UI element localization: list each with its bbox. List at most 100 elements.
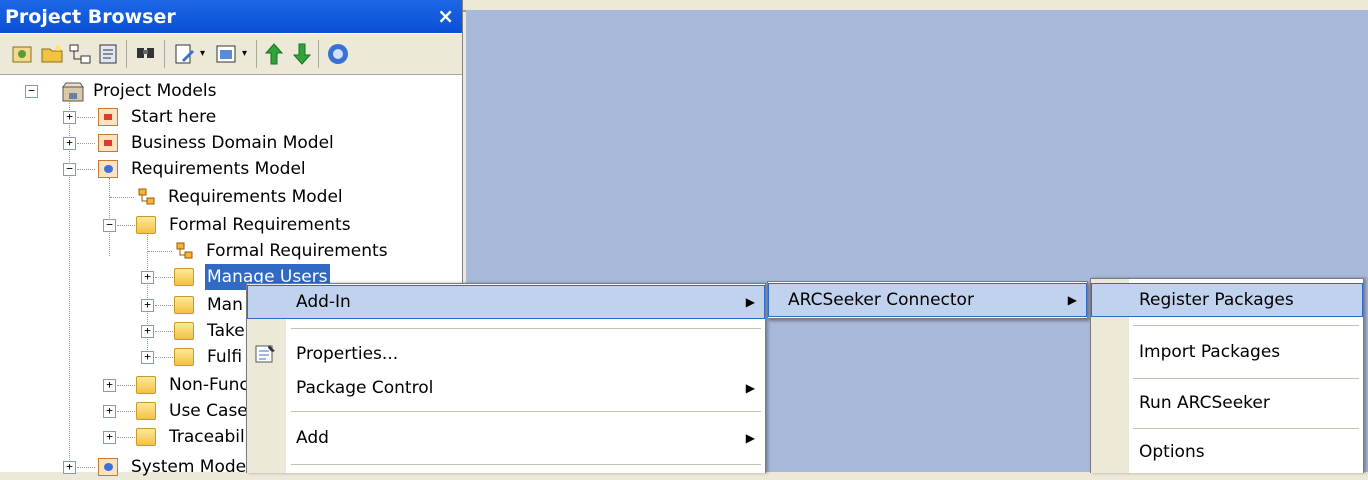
- toolbar: ▾ ▾: [0, 34, 462, 75]
- tree-guide: [77, 467, 95, 468]
- edit-icon[interactable]: [172, 42, 196, 66]
- panel-title: Project Browser: [5, 6, 176, 28]
- expand-icon[interactable]: +: [103, 431, 116, 444]
- menu-separator: [291, 411, 761, 412]
- menu-item-label: Package Control: [296, 378, 434, 398]
- toolbar-separator: [126, 40, 127, 68]
- new-folder-icon[interactable]: [40, 42, 64, 66]
- tree-guide: [77, 169, 95, 170]
- package-blue-icon: [98, 160, 118, 178]
- tree-label: Use Case: [169, 401, 248, 421]
- menu-item-label: ARCSeeker Connector: [788, 290, 974, 310]
- move-down-icon[interactable]: [290, 42, 314, 66]
- menu-item-package-control[interactable]: Package Control ▶: [247, 371, 765, 405]
- tree-item[interactable]: − Formal Requirements: [0, 212, 462, 238]
- collapse-icon[interactable]: −: [103, 219, 116, 232]
- menu-item-label: Add-In: [296, 292, 351, 312]
- collapse-icon[interactable]: −: [63, 163, 76, 176]
- tree-guide: [155, 305, 173, 306]
- menu-item-options[interactable]: Options: [1091, 435, 1363, 469]
- expand-icon[interactable]: +: [141, 325, 154, 338]
- menu-item-label: Run ARCSeeker: [1139, 393, 1270, 413]
- diagram-icon: [138, 188, 155, 205]
- tree-label: Requirements Model: [168, 187, 343, 207]
- toolbar-separator: [318, 40, 319, 68]
- tree-label: Project Models: [93, 81, 217, 101]
- addin-submenu: ARCSeeker Connector ▶: [767, 281, 1088, 319]
- tree-item[interactable]: − Requirements Model: [0, 156, 462, 182]
- tree-item[interactable]: Formal Requirements: [0, 238, 462, 264]
- arcseeker-submenu: Register Packages Import Packages Run AR…: [1090, 278, 1364, 473]
- menu-item-run-arcseeker[interactable]: Run ARCSeeker: [1091, 386, 1363, 420]
- help-icon[interactable]: [326, 42, 350, 66]
- tree-label: Traceabil: [169, 427, 245, 447]
- package-blue-icon: [98, 458, 118, 476]
- expand-icon[interactable]: +: [103, 405, 116, 418]
- tree-label: Formal Requirements: [206, 241, 388, 261]
- submenu-arrow-icon: ▶: [1067, 293, 1077, 307]
- toolbar-separator: [164, 40, 165, 68]
- tree-root[interactable]: − Project Models: [0, 78, 462, 104]
- tree-label: Man: [207, 295, 243, 315]
- menu-separator: [1133, 428, 1359, 429]
- tree-label: Fulfi: [207, 347, 243, 367]
- tree-item[interactable]: + Business Domain Model: [0, 130, 462, 156]
- expand-icon[interactable]: +: [63, 461, 76, 474]
- expand-icon[interactable]: +: [141, 299, 154, 312]
- menu-item-import-packages[interactable]: Import Packages: [1091, 335, 1363, 369]
- tree-guide: [77, 117, 95, 118]
- tree-label: Formal Requirements: [169, 215, 351, 235]
- close-icon[interactable]: ×: [437, 4, 454, 28]
- new-diagram-icon[interactable]: [68, 42, 92, 66]
- view-dropdown-icon[interactable]: ▾: [242, 48, 247, 59]
- menu-item-add-in[interactable]: Add-In ▶: [247, 285, 765, 319]
- menu-item-add[interactable]: Add ▶: [247, 421, 765, 455]
- tree-guide: [117, 437, 135, 438]
- package-red-icon: [98, 108, 118, 126]
- tree-guide: [155, 277, 173, 278]
- tree-guide: [155, 331, 173, 332]
- folder-icon: [136, 428, 156, 446]
- project-models-icon: [62, 82, 84, 102]
- folder-icon: [174, 322, 194, 340]
- tree-label: Take: [207, 321, 245, 341]
- menu-item-register-packages[interactable]: Register Packages: [1091, 283, 1363, 317]
- view-icon[interactable]: [214, 42, 238, 66]
- tree-label: Requirements Model: [131, 159, 306, 179]
- folder-icon: [174, 348, 194, 366]
- menu-separator: [1133, 378, 1359, 379]
- new-package-icon[interactable]: [10, 42, 34, 66]
- tree-guide: [117, 385, 135, 386]
- menu-item-label: Properties...: [296, 344, 399, 364]
- folder-icon: [136, 216, 156, 234]
- properties-icon: [255, 345, 275, 363]
- expand-icon[interactable]: +: [63, 137, 76, 150]
- menu-item-label: Options: [1139, 442, 1205, 462]
- edit-dropdown-icon[interactable]: ▾: [200, 48, 205, 59]
- expand-icon[interactable]: +: [103, 379, 116, 392]
- submenu-arrow-icon: ▶: [745, 295, 755, 309]
- menu-separator: [291, 328, 761, 329]
- new-element-icon[interactable]: [96, 42, 120, 66]
- tree-guide: [110, 197, 134, 198]
- expand-icon[interactable]: +: [63, 111, 76, 124]
- folder-icon: [136, 402, 156, 420]
- move-up-icon[interactable]: [262, 42, 286, 66]
- submenu-arrow-icon: ▶: [745, 431, 755, 445]
- folder-icon: [136, 376, 156, 394]
- expand-icon[interactable]: +: [141, 351, 154, 364]
- collapse-icon[interactable]: −: [25, 85, 38, 98]
- menu-item-arcseeker-connector[interactable]: ARCSeeker Connector ▶: [768, 283, 1087, 317]
- menu-separator: [291, 464, 761, 465]
- menu-item-label: Register Packages: [1139, 290, 1294, 310]
- package-red-icon: [98, 134, 118, 152]
- menu-item-properties[interactable]: Properties...: [247, 337, 765, 371]
- tree-item[interactable]: + Start here: [0, 104, 462, 130]
- tree-item[interactable]: Requirements Model: [0, 184, 462, 210]
- tree-guide: [117, 411, 135, 412]
- expand-icon[interactable]: +: [141, 271, 154, 284]
- tree-label: System Model: [131, 457, 251, 477]
- find-icon[interactable]: [134, 42, 158, 66]
- folder-icon: [174, 296, 194, 314]
- tree-guide: [117, 225, 135, 226]
